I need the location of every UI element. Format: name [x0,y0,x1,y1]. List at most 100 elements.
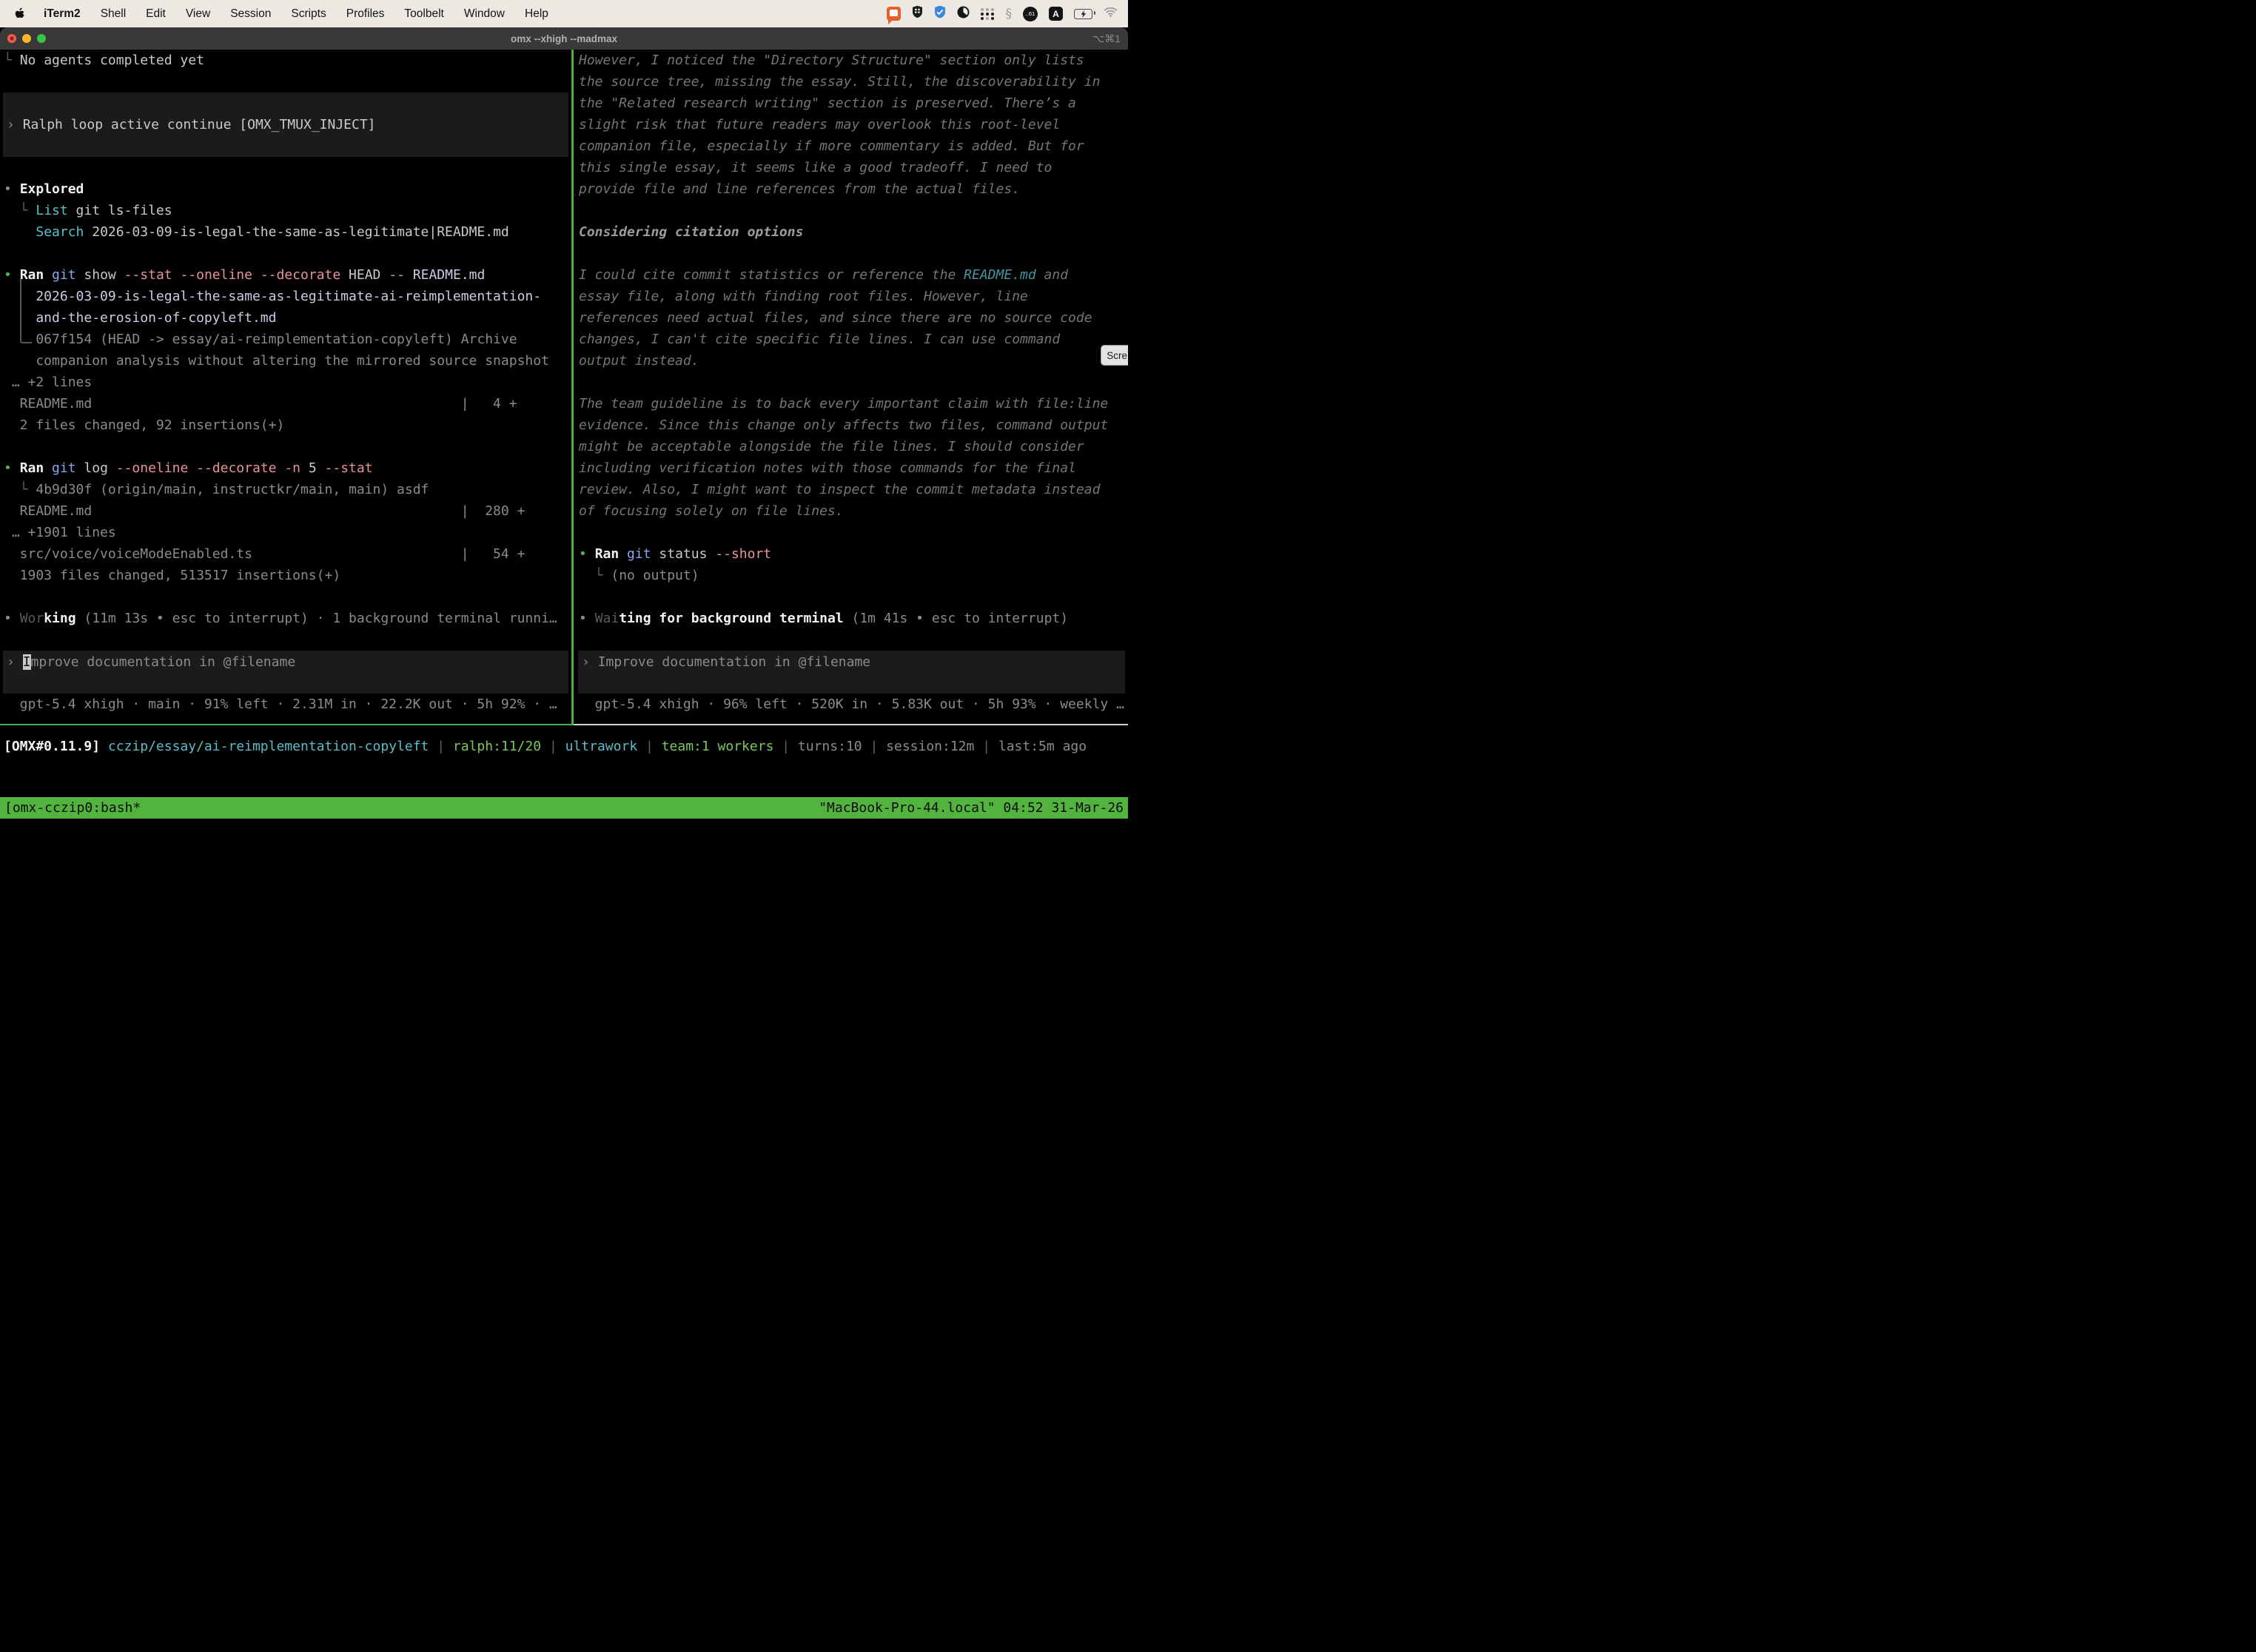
iterm-window: omx --xhigh --madmax ⌥⌘1 └ No agents com… [0,27,1128,826]
menu-item-iterm2[interactable]: iTerm2 [44,7,81,21]
terminal-row [575,372,1128,393]
right-pane-bottom-border [574,724,1128,725]
terminal-row: 2 files changed, 92 insertions(+) [0,414,571,436]
left-pane-bottom-border [0,724,571,725]
terminal-row: • Ran git show --stat --oneline --decora… [0,264,571,286]
terminal-row: companion analysis without altering the … [0,350,571,372]
terminal-row: 1903 files changed, 513517 insertions(+) [0,565,571,586]
menu-item-window[interactable]: Window [464,7,505,21]
omx-status-line: [OMX#0.11.9] cczip/essay/ai-reimplementa… [0,736,1128,757]
menu-item-scripts[interactable]: Scripts [291,7,326,21]
menu-bar: iTerm2 Shell Edit View Session Scripts Profile… [0,0,1128,27]
menu-item-edit[interactable]: Edit [146,7,166,21]
ralph-loop-notice-rows: › Ralph loop active continue [OMX_TMUX_I… [3,114,568,135]
terminal-row [578,673,1125,694]
terminal-row: › Improve documentation in @filename [3,651,568,673]
menu-item-toolbelt[interactable]: Toolbelt [404,7,443,21]
terminal-row: └ 4b9d30f (origin/main, instructkr/main,… [0,479,571,500]
terminal-row: • Working (11m 13s • esc to interrupt) ·… [0,608,571,629]
wifi-icon[interactable] [1104,7,1118,21]
terminal-row: the source tree, missing the essay. Stil… [575,71,1128,93]
terminal-row [0,436,571,457]
screen-overlay-tooltip: Scre [1101,345,1128,366]
terminal-row: companion file, especially if more comme… [575,135,1128,157]
terminal-row [0,243,571,264]
terminal: └ No agents completed yet › Ralph loop a… [0,50,1128,826]
terminal-row: provide file and line references from th… [575,178,1128,200]
right-pane-body-rows: However, I noticed the "Directory Struct… [575,50,1128,651]
terminal-row: including verification notes with those … [575,457,1128,479]
terminal-row: Considering citation options [575,221,1128,243]
shield-check-icon[interactable] [934,5,946,22]
right-prompt-input[interactable]: › Improve documentation in @filename [578,651,1125,694]
terminal-row: might be acceptable alongside the file l… [575,436,1128,457]
close-button[interactable] [7,34,16,43]
terminal-row: evidence. Since this change only affects… [575,414,1128,436]
apple-icon[interactable] [15,7,26,21]
tree-connector [20,279,32,343]
menu-item-session[interactable]: Session [230,7,271,21]
left-prompt-input[interactable]: › Improve documentation in @filename [3,651,568,694]
right-pane[interactable]: However, I noticed the "Directory Struct… [575,50,1128,715]
menu-item-shell[interactable]: Shell [101,7,126,21]
menu-item-view[interactable]: View [186,7,210,21]
window-shortcut-badge: ⌥⌘1 [1092,33,1128,45]
stat-gauge-icon[interactable]: ..61 [1023,7,1038,21]
terminal-row: gpt-5.4 xhigh · 96% left · 520K in · 5.8… [575,694,1128,715]
seahorse-icon[interactable]: § [1006,7,1013,21]
terminal-row: • Waiting for background terminal (1m 41… [575,608,1128,629]
terminal-row [0,157,571,178]
menu-item-help[interactable]: Help [525,7,548,21]
left-status-line: gpt-5.4 xhigh · main · 91% left · 2.31M … [0,694,571,715]
menubar-status-icons: § ..61 A [887,5,1118,22]
tmux-status-bar: [omx-cczip0:bash* "MacBook-Pro-44.local"… [0,797,1128,819]
pane-divider[interactable] [571,50,574,725]
terminal-row: › Improve documentation in @filename [578,651,1125,673]
screen: iTerm2 Shell Edit View Session Scripts Profile… [0,0,1128,826]
left-pane[interactable]: └ No agents completed yet › Ralph loop a… [0,50,571,715]
terminal-row: slight risk that future readers may over… [575,114,1128,135]
terminal-row: 067f154 (HEAD -> essay/ai-reimplementati… [0,329,571,350]
dots-grid-icon[interactable] [981,8,995,20]
zoom-button[interactable] [37,34,46,43]
chat-app-icon[interactable] [887,7,901,21]
terminal-row: The team guideline is to back every impo… [575,393,1128,414]
terminal-row: the "Related research writing" section i… [575,93,1128,114]
battery-icon[interactable] [1074,9,1092,19]
terminal-row: gpt-5.4 xhigh · main · 91% left · 2.31M … [0,694,571,715]
disk-utility-icon[interactable] [957,6,970,22]
terminal-row: However, I noticed the "Directory Struct… [575,50,1128,71]
terminal-row: Search 2026-03-09-is-legal-the-same-as-l… [0,221,571,243]
window-titlebar[interactable]: omx --xhigh --madmax ⌥⌘1 [0,27,1128,50]
terminal-row [575,243,1128,264]
terminal-row [0,629,571,651]
terminal-row [575,522,1128,543]
terminal-row [575,586,1128,608]
traffic-lights [0,34,46,43]
menu-item-profiles[interactable]: Profiles [346,7,385,21]
terminal-row: README.md | 4 + [0,393,571,414]
left-pane-body-rows: • Explored └ List git ls-files Search 20… [0,157,571,651]
tmux-host-clock-label: "MacBook-Pro-44.local" 04:52 31-Mar-26 [819,797,1124,819]
terminal-row: … +2 lines [0,372,571,393]
ralph-loop-notice-box: › Ralph loop active continue [OMX_TMUX_I… [3,93,568,157]
terminal-row: • Ran git status --short [575,543,1128,565]
minimize-button[interactable] [22,34,31,43]
left-pane-top-rows: └ No agents completed yet [0,50,571,93]
terminal-row: README.md | 280 + [0,500,571,522]
terminal-row [0,71,571,93]
tmux-session-window-label[interactable]: [omx-cczip0:bash* [4,797,141,819]
left-prompt-input-rows: › Improve documentation in @filename [3,651,568,694]
terminal-row: references need actual files, and since … [575,307,1128,329]
terminal-row: › Ralph loop active continue [OMX_TMUX_I… [3,114,568,135]
terminal-row: changes, I can't cite specific file line… [575,329,1128,350]
terminal-row: 2026-03-09-is-legal-the-same-as-legitima… [0,286,571,307]
terminal-row: essay file, along with finding root file… [575,286,1128,307]
terminal-row: src/voice/voiceModeEnabled.ts | 54 + [0,543,571,565]
terminal-row: this single essay, it seems like a good … [575,157,1128,178]
shield-grid-icon[interactable] [912,5,923,22]
terminal-row: └ (no output) [575,565,1128,586]
input-source-icon[interactable]: A [1049,7,1063,21]
terminal-row [575,200,1128,221]
terminal-row: └ List git ls-files [0,200,571,221]
